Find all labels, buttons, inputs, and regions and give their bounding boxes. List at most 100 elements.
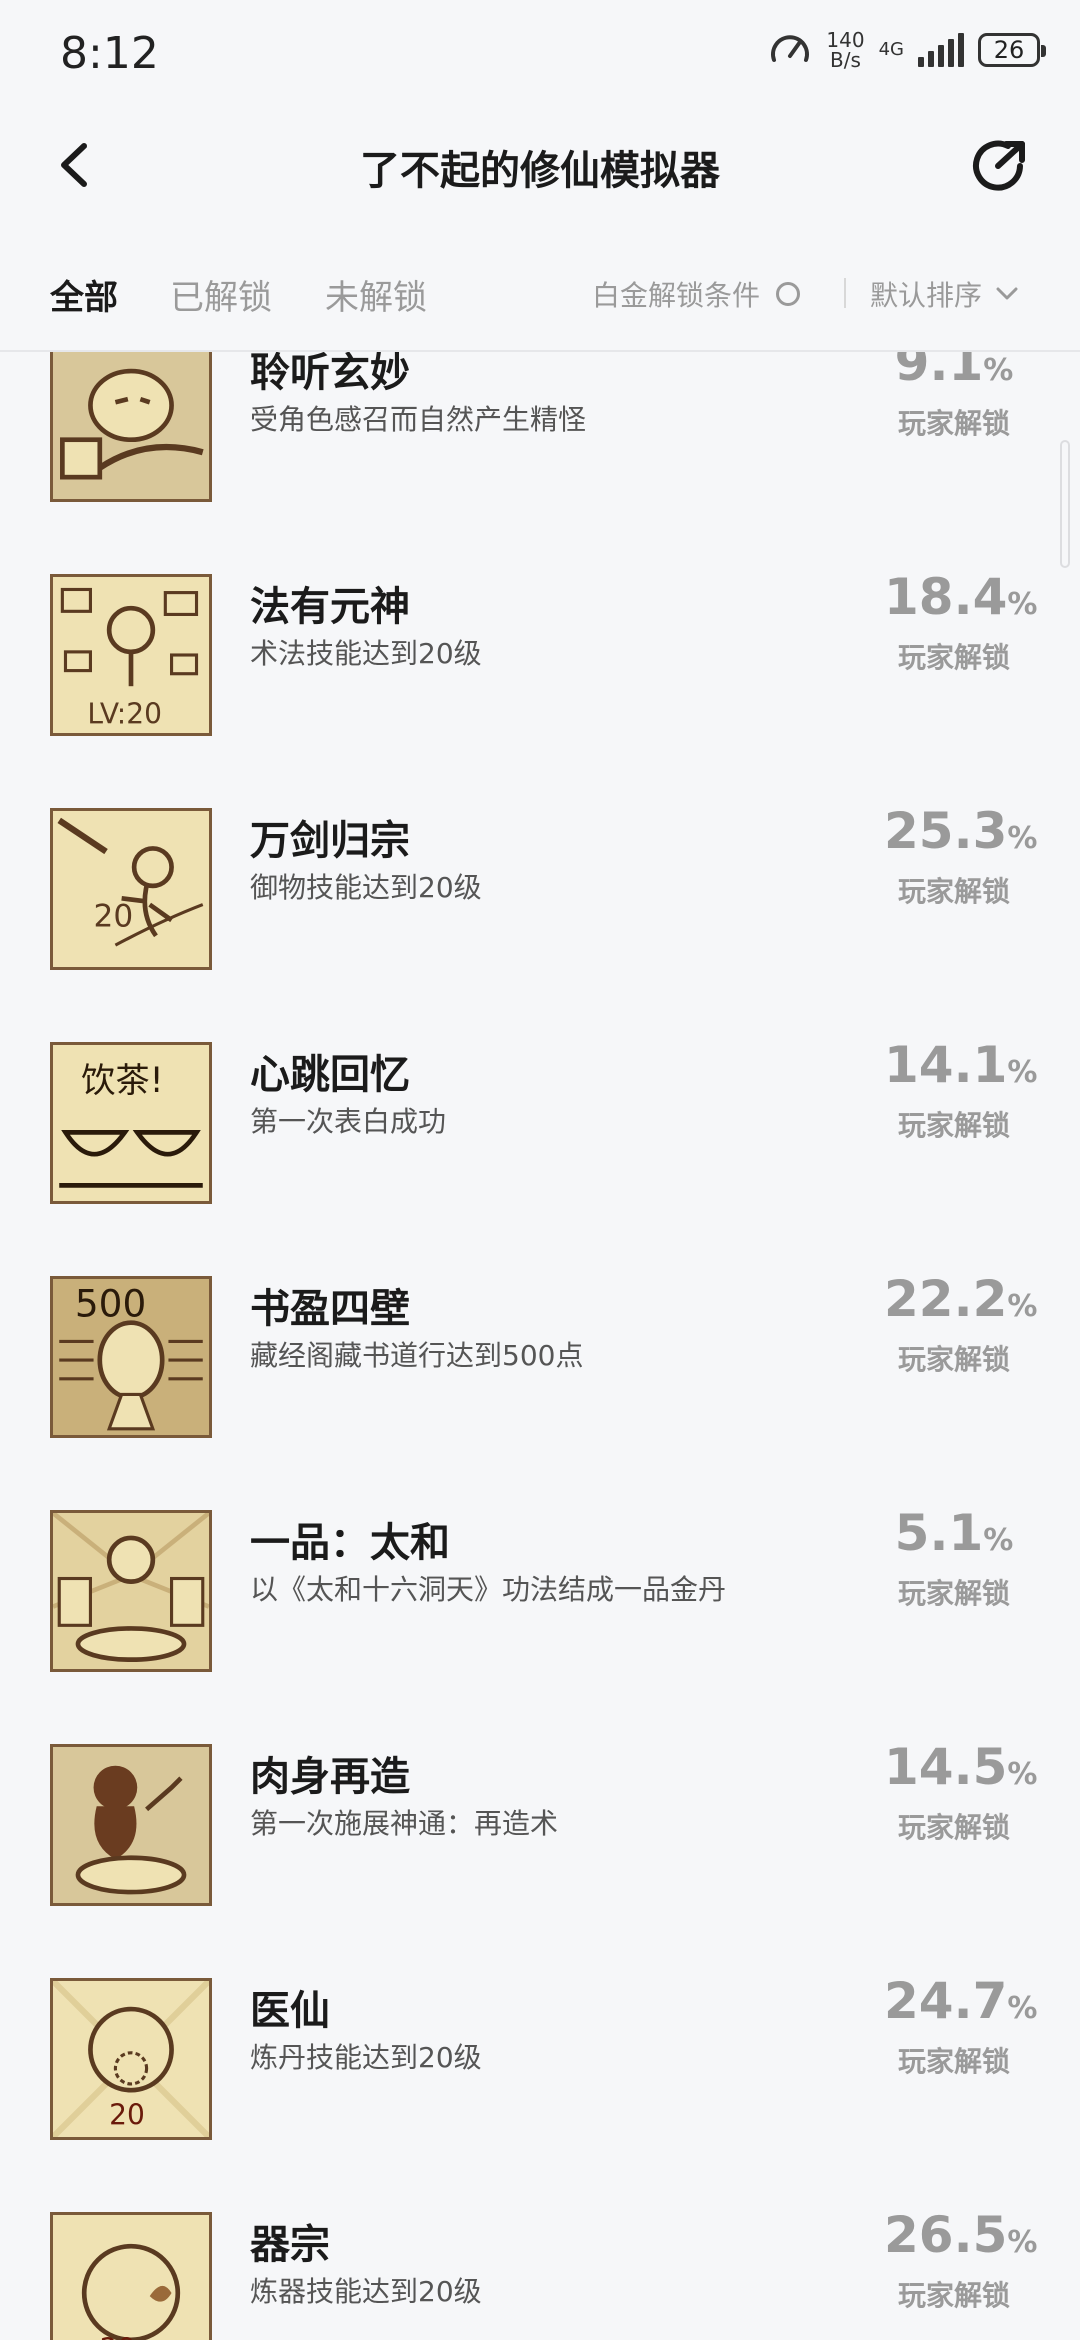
status-icons: 140 B/s 4G 26 [768,28,1046,72]
achievement-badge-image [50,1744,212,1906]
unlock-label: 玩家解锁 [897,1577,1010,1610]
app-header: 了不起的修仙模拟器 [0,110,1080,220]
achievement-badge-image: 饮茶! [50,1042,212,1204]
divider [844,278,846,308]
page-title: 了不起的修仙模拟器 [360,148,720,194]
unlock-rate: 5.1% 玩家解锁 [884,1508,1024,1612]
achievement-badge-image [50,1510,212,1672]
badge-art-tea: 饮茶! [53,1045,209,1201]
badge-art-listening [53,352,209,499]
percent-unit: % [1007,1757,1038,1792]
unlock-label: 玩家解锁 [897,2045,1010,2078]
net-speed: 140 B/s [826,30,864,70]
unlock-percent: 26.5 [884,2206,1008,2264]
unlock-label: 玩家解锁 [897,407,1010,440]
achievement-list: 聆听玄妙 受角色感召而自然产生精怪 9.1% 玩家解锁 LV:20 法有元神 术… [0,352,1080,2340]
unlock-rate: 26.5% 玩家解锁 [884,2210,1037,2314]
unlock-label: 玩家解锁 [897,1811,1010,1844]
achievement-desc: 御物技能达到20级 [250,871,482,904]
achievement-desc: 炼丹技能达到20级 [250,2041,482,2074]
percent-unit: % [1007,587,1038,622]
unlock-rate: 14.1% 玩家解锁 [884,1040,1037,1144]
achievement-item[interactable]: 20 万剑归宗 御物技能达到20级 25.3% 玩家解锁 [0,794,1080,1028]
unlock-percent: 5.1 [894,1504,984,1562]
percent-unit: % [983,353,1014,388]
net-speed-unit: B/s [830,48,861,72]
achievement-item[interactable]: LV:20 法有元神 术法技能达到20级 18.4% 玩家解锁 [0,560,1080,794]
achievement-badge-image [50,352,212,502]
badge-art-taihe [53,1513,209,1669]
chevron-down-icon [996,287,1018,300]
battery-icon: 26 [978,33,1046,67]
badge-art-medicine: 20 [53,1981,209,2137]
achievement-item[interactable]: 20 医仙 炼丹技能达到20级 24.7% 玩家解锁 [0,1964,1080,2198]
unlock-label: 玩家解锁 [897,875,1010,908]
unlock-rate: 18.4% 玩家解锁 [884,572,1037,676]
badge-text: 500 [75,1281,146,1325]
unlock-percent: 22.2 [884,1270,1008,1328]
unlock-percent: 24.7 [884,1972,1008,2030]
status-time: 8:12 [60,28,159,79]
share-icon[interactable] [970,136,1030,196]
badge-text: 20 [109,2099,145,2132]
achievement-badge-image: 20 [50,1978,212,2140]
badge-art-dharma: LV:20 [53,577,209,733]
achievement-name: 聆听玄妙 [250,352,410,396]
achievement-item[interactable]: 20 器宗 炼器技能达到20级 26.5% 玩家解锁 [0,2198,1080,2340]
achievement-name: 法有元神 [250,584,410,630]
achievement-name: 肉身再造 [250,1754,410,1800]
tab-unlocked[interactable]: 已解锁 [170,270,272,319]
unlock-rate: 25.3% 玩家解锁 [884,806,1037,910]
speedometer-icon [771,35,810,62]
achievement-name: 心跳回忆 [250,1052,410,1098]
unlock-label: 玩家解锁 [897,2279,1010,2312]
unlock-label: 玩家解锁 [897,1343,1010,1376]
percent-unit: % [1007,1289,1038,1324]
achievement-desc: 第一次施展神通：再造术 [250,1807,559,1840]
unlock-percent: 9.1 [894,352,984,392]
achievement-name: 书盈四壁 [250,1286,410,1332]
network-type: 4G [878,39,904,60]
achievement-name: 万剑归宗 [250,818,410,864]
achievement-desc: 第一次表白成功 [250,1105,447,1138]
achievement-name: 器宗 [250,2222,330,2268]
percent-unit: % [1007,1991,1038,2026]
unlock-label: 玩家解锁 [897,1109,1010,1142]
unlock-rate: 14.5% 玩家解锁 [884,1742,1037,1846]
tab-all[interactable]: 全部 [50,270,118,319]
achievement-desc: 术法技能达到20级 [250,637,482,670]
achievement-item[interactable]: 500 书盈四壁 藏经阁藏书道行达到500点 22.2% 玩家解锁 [0,1262,1080,1496]
unlock-percent: 14.5 [884,1738,1008,1796]
achievement-item[interactable]: 聆听玄妙 受角色感召而自然产生精怪 9.1% 玩家解锁 [0,352,1080,560]
achievement-badge-image: 20 [50,808,212,970]
platinum-filter[interactable]: 白金解锁条件 [592,274,801,314]
platinum-label: 白金解锁条件 [592,279,761,312]
achievement-item[interactable]: 一品：太和 以《太和十六洞天》功法结成一品金丹 5.1% 玩家解锁 [0,1496,1080,1730]
achievement-item[interactable]: 饮茶! 心跳回忆 第一次表白成功 14.1% 玩家解锁 [0,1028,1080,1262]
percent-unit: % [983,1523,1014,1558]
achievement-name: 医仙 [250,1988,330,2034]
sort-dropdown[interactable]: 默认排序 [870,274,1018,314]
percent-unit: % [1007,1055,1038,1090]
badge-text: 20 [100,2333,136,2340]
badge-text: 20 [94,898,134,934]
percent-unit: % [1007,2225,1038,2260]
achievement-desc: 以《太和十六洞天》功法结成一品金丹 [250,1573,727,1606]
tab-locked[interactable]: 未解锁 [325,270,427,319]
achievement-name: 一品：太和 [250,1520,450,1566]
scrollbar[interactable] [1060,440,1070,568]
achievement-desc: 受角色感召而自然产生精怪 [250,403,587,436]
badge-art-books: 500 [53,1279,209,1435]
badge-art-rebirth [53,1747,209,1903]
signal-icon [918,33,964,67]
achievement-item[interactable]: 肉身再造 第一次施展神通：再造术 14.5% 玩家解锁 [0,1730,1080,1964]
unlock-rate: 24.7% 玩家解锁 [884,1976,1037,2080]
unlock-rate: 22.2% 玩家解锁 [884,1274,1037,1378]
badge-text: LV:20 [87,698,162,731]
achievement-desc: 藏经阁藏书道行达到500点 [250,1339,584,1372]
unlock-rate: 9.1% 玩家解锁 [884,352,1024,442]
achievement-badge-image: 500 [50,1276,212,1438]
battery-level: 26 [993,36,1025,64]
status-bar: 8:12 140 B/s 4G 26 [0,0,1080,110]
radio-icon[interactable] [776,282,801,306]
